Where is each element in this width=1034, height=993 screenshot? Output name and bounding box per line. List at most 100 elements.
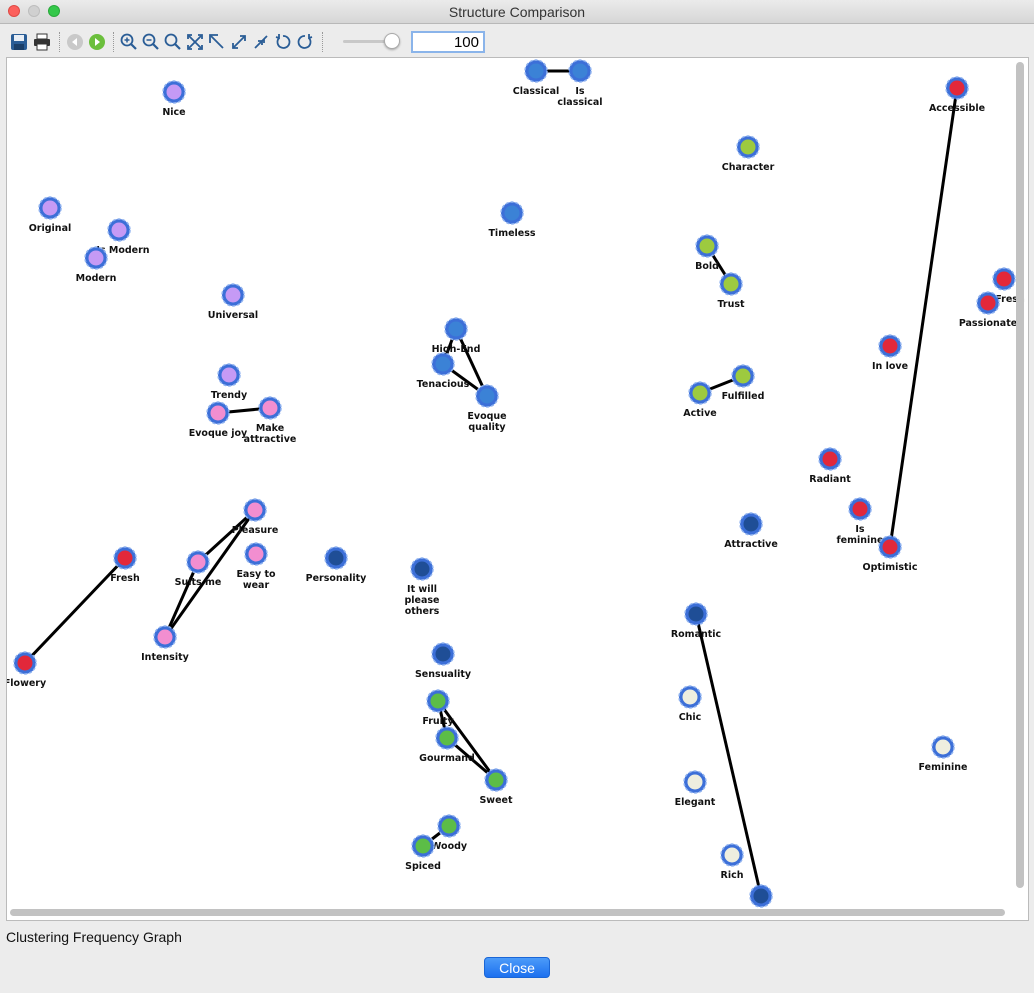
graph-node[interactable]: Intensity bbox=[141, 625, 190, 663]
collapse-icon[interactable] bbox=[252, 33, 270, 51]
node-fill bbox=[882, 539, 898, 555]
graph-node[interactable]: Tenacious bbox=[417, 352, 470, 390]
graph-node[interactable]: Radiant bbox=[809, 447, 851, 485]
graph-node[interactable]: Flowery bbox=[7, 651, 47, 689]
close-button[interactable]: Close bbox=[484, 957, 550, 978]
node-fill bbox=[441, 818, 457, 834]
back-icon[interactable] bbox=[66, 33, 84, 51]
node-label: Make attractive bbox=[244, 423, 297, 445]
graph-node[interactable]: Feminine bbox=[919, 735, 968, 773]
graph-node[interactable]: Classical bbox=[513, 59, 560, 97]
node-fill bbox=[111, 222, 127, 238]
node-label: Trust bbox=[717, 299, 745, 310]
node-label: Pleasure bbox=[232, 525, 279, 536]
graph-node[interactable]: Character bbox=[722, 135, 775, 173]
node-fill bbox=[996, 271, 1012, 287]
node-label: Elegant bbox=[675, 797, 716, 808]
node-label: Modern bbox=[76, 273, 117, 284]
graph-node[interactable]: Universal bbox=[208, 283, 258, 321]
node-fill bbox=[435, 356, 451, 372]
node-fill bbox=[414, 561, 430, 577]
graph-node[interactable]: Evoque quality bbox=[467, 384, 507, 433]
save-icon[interactable] bbox=[10, 33, 28, 51]
node-fill bbox=[822, 451, 838, 467]
node-label: Chic bbox=[679, 712, 702, 723]
graph-node[interactable]: Attractive bbox=[724, 512, 778, 550]
graph-node[interactable]: Timeless bbox=[488, 201, 536, 239]
graph-canvas[interactable]: Nice Original Is Modern Modern Universal Tren… bbox=[6, 57, 1029, 921]
node-label: Fulfilled bbox=[722, 391, 765, 402]
graph-node[interactable]: Nice bbox=[162, 80, 186, 118]
node-label: Woody bbox=[431, 841, 468, 852]
graph-node[interactable]: Sensuality bbox=[415, 642, 472, 680]
print-icon[interactable] bbox=[33, 33, 51, 51]
node-fill bbox=[743, 516, 759, 532]
graph-node[interactable]: In love bbox=[872, 334, 908, 372]
fit-all-icon[interactable] bbox=[186, 33, 204, 51]
graph-node[interactable]: Is feminine bbox=[837, 497, 884, 546]
node-fill bbox=[724, 847, 740, 863]
node-label: In love bbox=[872, 361, 908, 372]
node-label: Intensity bbox=[141, 652, 189, 663]
graph-node[interactable]: Sweet bbox=[479, 768, 513, 806]
node-fill bbox=[949, 80, 965, 96]
status-label: Clustering Frequency Graph bbox=[6, 929, 182, 945]
node-label: Passionate bbox=[959, 318, 1017, 329]
graph-node[interactable]: Pleasure bbox=[232, 498, 279, 536]
expand-icon[interactable] bbox=[230, 33, 248, 51]
graph-node[interactable]: Make attractive bbox=[244, 396, 297, 445]
graph-node[interactable]: Evoque joy bbox=[189, 401, 248, 439]
node-fill bbox=[488, 772, 504, 788]
vertical-scrollbar[interactable] bbox=[1016, 62, 1024, 888]
fit-top-left-icon[interactable] bbox=[208, 33, 226, 51]
rotate-left-icon[interactable] bbox=[274, 33, 292, 51]
graph-node[interactable]: Personality bbox=[306, 546, 367, 584]
node-fill bbox=[504, 205, 520, 221]
graph-node[interactable]: Elegant bbox=[675, 770, 716, 808]
graph-svg: NiceOriginalIs ModernModernUniversalTren… bbox=[7, 59, 1025, 908]
node-fill bbox=[882, 338, 898, 354]
graph-node[interactable]: Trendy bbox=[211, 363, 248, 401]
node-label: Classical bbox=[513, 86, 560, 97]
graph-node[interactable]: Is classical bbox=[557, 59, 603, 108]
graph-node[interactable]: High-End bbox=[432, 317, 481, 355]
graph-node[interactable]: Rich bbox=[720, 843, 744, 881]
zoom-fit-icon[interactable] bbox=[164, 33, 182, 51]
node-label: Attractive bbox=[724, 539, 778, 550]
graph-node[interactable]: It will please others bbox=[404, 557, 440, 617]
horizontal-scrollbar[interactable] bbox=[10, 909, 1005, 916]
graph-node[interactable]: Woody bbox=[431, 814, 468, 852]
node-label: Evoque joy bbox=[189, 428, 248, 439]
node-label: Active bbox=[683, 408, 716, 419]
graph-node[interactable]: Bold bbox=[695, 234, 719, 272]
node-label: Character bbox=[722, 162, 775, 173]
node-label: Evoque quality bbox=[467, 411, 506, 433]
graph-node[interactable]: Accessible bbox=[929, 76, 985, 114]
graph-node[interactable]: Original bbox=[29, 196, 72, 234]
node-fill bbox=[688, 606, 704, 622]
graph-node[interactable]: Chic bbox=[678, 685, 702, 723]
node-label: Spiced bbox=[405, 861, 441, 872]
node-fill bbox=[935, 739, 951, 755]
graph-node[interactable]: Fresh bbox=[110, 546, 140, 584]
node-fill bbox=[435, 646, 451, 662]
graph-node[interactable]: Trust bbox=[717, 272, 745, 310]
node-fill bbox=[262, 400, 278, 416]
graph-node[interactable]: Fruity bbox=[422, 689, 454, 727]
zoom-in-icon[interactable] bbox=[120, 33, 138, 51]
graph-node[interactable]: Easy to wear bbox=[236, 542, 276, 591]
graph-node[interactable]: Romantic bbox=[671, 602, 721, 640]
graph-node[interactable]: Gourmand bbox=[419, 726, 475, 764]
node-label: It will please others bbox=[404, 584, 439, 617]
node-fill bbox=[42, 200, 58, 216]
zoom-input[interactable] bbox=[411, 31, 485, 53]
zoom-out-icon[interactable] bbox=[142, 33, 160, 51]
node-fill bbox=[247, 502, 263, 518]
node-fill bbox=[17, 655, 33, 671]
zoom-slider-handle[interactable] bbox=[384, 33, 400, 49]
node-label: Is classical bbox=[557, 86, 602, 108]
forward-icon[interactable] bbox=[88, 33, 106, 51]
node-fill bbox=[572, 63, 588, 79]
rotate-right-icon[interactable] bbox=[296, 33, 314, 51]
graph-node[interactable] bbox=[749, 884, 773, 908]
